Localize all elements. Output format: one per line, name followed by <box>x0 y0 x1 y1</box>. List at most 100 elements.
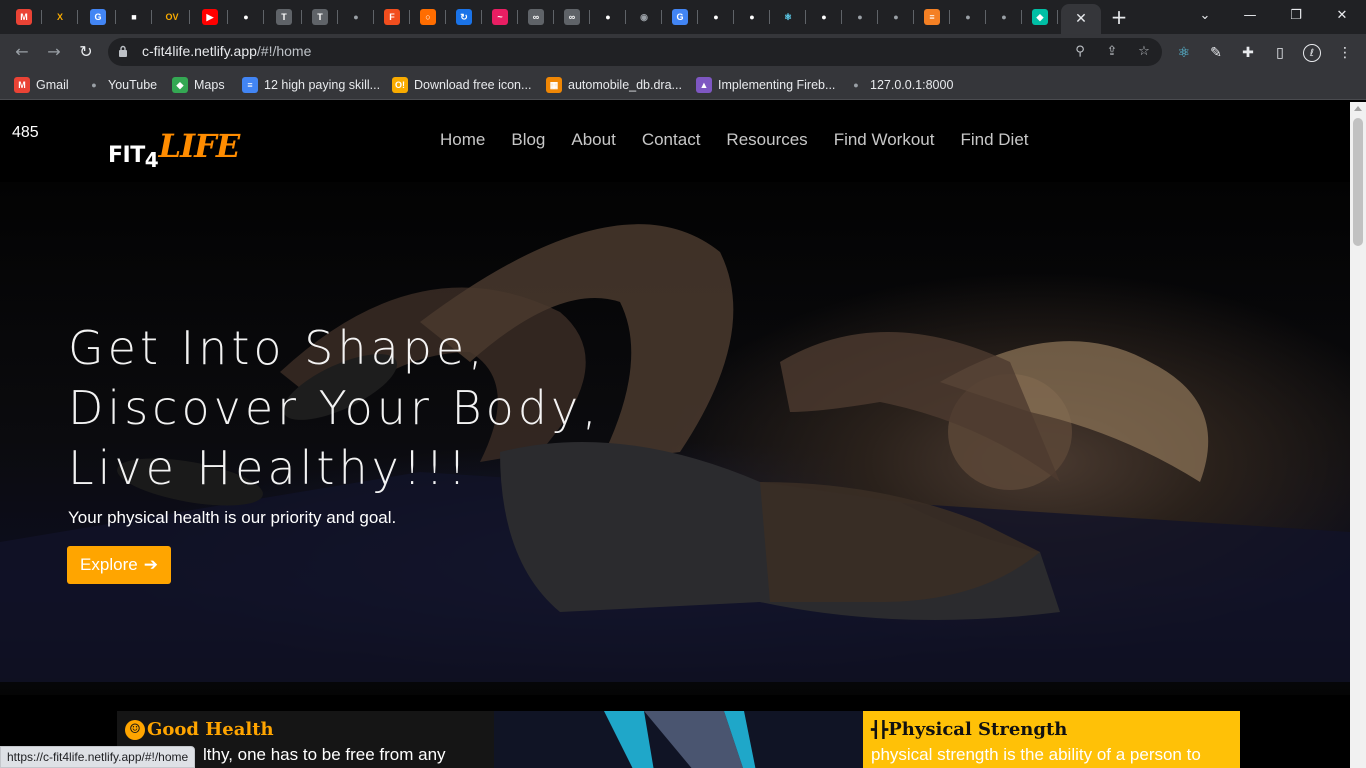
menu-kebab-icon[interactable]: ⋮ <box>1336 44 1354 62</box>
maximize-button[interactable]: ❐ <box>1274 4 1318 28</box>
address-bar[interactable]: c-fit4life.netlify.app/#!/home ⚲ ⇪ ☆ <box>108 38 1162 66</box>
globe-icon: ● <box>1001 12 1007 22</box>
nav-link-find-workout[interactable]: Find Workout <box>834 130 935 150</box>
nav-link-home[interactable]: Home <box>440 130 485 150</box>
browser-tab[interactable]: ■ <box>116 4 152 30</box>
lock-icon[interactable] <box>118 45 128 57</box>
t-icon: T <box>276 9 292 25</box>
arrow-right-icon: ➔ <box>143 555 158 574</box>
browser-tab[interactable]: ⚛ <box>770 4 806 30</box>
browser-tab[interactable]: ↻ <box>446 4 482 30</box>
share-icon[interactable]: ⇪ <box>1104 44 1120 60</box>
browser-tab[interactable]: ∞ <box>554 4 590 30</box>
visit-counter: 485 <box>12 124 39 141</box>
stackoverflow-icon: ≡ <box>924 9 940 25</box>
scroll-up-arrow[interactable] <box>1354 106 1362 111</box>
site-logo[interactable]: FIT 4 LIFE <box>108 124 240 172</box>
browser-tab[interactable]: ≡ <box>914 4 950 30</box>
extension-pen-icon[interactable]: ✎ <box>1207 44 1225 62</box>
bookmark-label: Download free icon... <box>414 78 532 92</box>
gmail-icon: M <box>16 9 32 25</box>
close-window-button[interactable]: ✕ <box>1320 4 1364 28</box>
nav-link-about[interactable]: About <box>571 130 615 150</box>
feature-cards: ☺ Good Health lthy, one has to be free f… <box>117 711 1240 768</box>
card-title: ┫┣ Physical Strength <box>871 719 1068 740</box>
card-photo <box>494 711 863 768</box>
bookmark-label: Gmail <box>36 78 69 92</box>
browser-tab[interactable]: X <box>42 4 78 30</box>
youtube-icon: ▶ <box>202 9 218 25</box>
scrollbar-thumb[interactable] <box>1353 118 1363 246</box>
browser-tab[interactable]: ● <box>338 4 374 30</box>
browser-tab[interactable]: ● <box>842 4 878 30</box>
browser-tab[interactable]: OV <box>154 4 190 30</box>
bookmark-item[interactable]: O! Download free icon... <box>392 76 531 94</box>
new-tab-button[interactable]: + <box>1108 6 1130 28</box>
hero-title: Get Into Shape, Discover Your Body, Live… <box>68 318 601 498</box>
accessibility-icon: ☺ <box>125 719 145 740</box>
github-icon: ● <box>243 12 249 22</box>
nav-link-find-diet[interactable]: Find Diet <box>960 130 1028 150</box>
minimize-button[interactable]: — <box>1228 4 1272 28</box>
browser-tab[interactable]: F <box>374 4 410 30</box>
close-tab-icon[interactable]: ✕ <box>1075 11 1087 27</box>
active-tab[interactable]: ✕ <box>1061 4 1101 34</box>
bookmark-item[interactable]: ● 127.0.0.1:8000 <box>848 76 953 94</box>
bookmark-item[interactable]: ≡ 12 high paying skill... <box>242 76 380 94</box>
hero-title-line: Discover Your Body, <box>68 381 601 435</box>
browser-tab[interactable]: ∞ <box>518 4 554 30</box>
profile-avatar[interactable]: ℓ <box>1303 44 1321 62</box>
browser-tab[interactable]: ● <box>734 4 770 30</box>
explore-button[interactable]: Explore ➔ <box>67 546 171 584</box>
github-icon: ● <box>821 12 827 22</box>
bookmarks-bar: M Gmail ● YouTube ◆ Maps ≡ 12 high paying skill… <box>0 70 1366 100</box>
reload-button[interactable]: ↻ <box>74 40 98 64</box>
ov-icon: OV <box>165 12 179 22</box>
browser-tab[interactable]: ○ <box>410 4 446 30</box>
bookmark-item[interactable]: M Gmail <box>14 76 69 94</box>
react-devtools-icon[interactable]: ⚛ <box>1175 44 1193 62</box>
forward-button[interactable]: → <box>42 40 66 64</box>
wave-icon: ~ <box>492 9 508 25</box>
bookmark-item[interactable]: ◆ Maps <box>172 76 225 94</box>
browser-tab[interactable]: T <box>266 4 302 30</box>
bookmark-star-icon[interactable]: ☆ <box>1136 44 1152 60</box>
github-icon: ● <box>713 12 719 22</box>
browser-tab[interactable]: M <box>6 4 42 30</box>
bookmark-item[interactable]: ▲ Implementing Fireb... <box>696 76 835 94</box>
browser-tab[interactable]: ▶ <box>192 4 228 30</box>
github-icon: ● <box>605 12 611 22</box>
bookmark-item[interactable]: ● YouTube <box>86 76 157 94</box>
browser-tab[interactable]: G <box>80 4 116 30</box>
browser-tab[interactable]: ◉ <box>626 4 662 30</box>
t-icon: T <box>312 9 328 25</box>
drawio-icon: ▦ <box>546 77 562 93</box>
nav-link-blog[interactable]: Blog <box>511 130 545 150</box>
back-button[interactable]: ← <box>10 40 34 64</box>
bookmark-item[interactable]: ▦ automobile_db.dra... <box>546 76 682 94</box>
nav-link-contact[interactable]: Contact <box>642 130 701 150</box>
browser-tab[interactable]: ● <box>590 4 626 30</box>
browser-tab[interactable]: ● <box>986 4 1022 30</box>
browser-tab[interactable]: T <box>302 4 338 30</box>
dumbbell-icon: ┫┣ <box>871 720 888 739</box>
browser-tab[interactable]: G <box>662 4 698 30</box>
gmail-icon: M <box>14 77 30 93</box>
extensions-puzzle-icon[interactable]: ✚ <box>1239 44 1257 62</box>
location-icon[interactable]: ⚲ <box>1072 44 1088 60</box>
browser-tab[interactable]: ● <box>228 4 264 30</box>
browser-tab[interactable]: ◆ <box>1022 4 1058 30</box>
hero-title-line: Get Into Shape, <box>68 321 487 375</box>
tab-search-button[interactable]: ⌄ <box>1183 4 1227 28</box>
browser-tab[interactable]: ~ <box>482 4 518 30</box>
side-panel-icon[interactable]: ▯ <box>1271 44 1289 62</box>
globe-icon: ● <box>893 12 899 22</box>
page-scrollbar[interactable] <box>1350 102 1366 768</box>
browser-tab[interactable]: ● <box>806 4 842 30</box>
browser-tab[interactable]: ● <box>950 4 986 30</box>
browser-tab[interactable]: ● <box>878 4 914 30</box>
bookmark-label: 127.0.0.1:8000 <box>870 78 954 92</box>
react-icon: ⚛ <box>783 11 793 22</box>
browser-tab[interactable]: ● <box>698 4 734 30</box>
nav-link-resources[interactable]: Resources <box>726 130 807 150</box>
